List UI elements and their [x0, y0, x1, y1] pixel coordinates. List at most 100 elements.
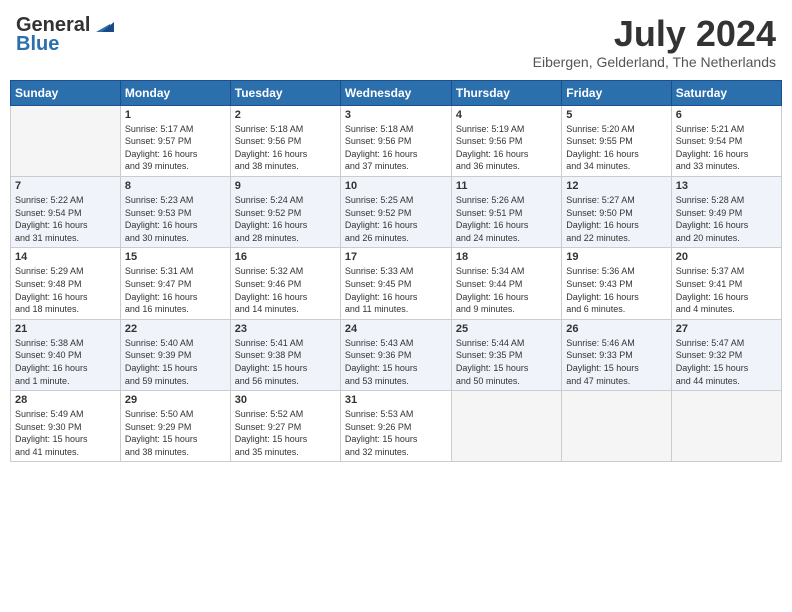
calendar-cell: 3 Sunrise: 5:18 AMSunset: 9:56 PMDaylight… [340, 105, 451, 176]
page-header: General Blue July 2024 Eibergen, Gelderl… [10, 10, 782, 74]
calendar-cell: 11 Sunrise: 5:26 AMSunset: 9:51 PMDayligh… [451, 176, 561, 247]
calendar-week-row: 21 Sunrise: 5:38 AMSunset: 9:40 PMDayligh… [11, 319, 782, 390]
day-info: Sunrise: 5:25 AMSunset: 9:52 PMDaylight:… [345, 194, 447, 244]
day-info: Sunrise: 5:28 AMSunset: 9:49 PMDaylight:… [676, 194, 777, 244]
calendar-cell: 31 Sunrise: 5:53 AMSunset: 9:26 PMDayligh… [340, 391, 451, 462]
header-wednesday: Wednesday [340, 80, 451, 105]
calendar-cell [11, 105, 121, 176]
day-number: 29 [125, 394, 226, 406]
day-info: Sunrise: 5:18 AMSunset: 9:56 PMDaylight:… [235, 123, 336, 173]
day-info: Sunrise: 5:47 AMSunset: 9:32 PMDaylight:… [676, 337, 777, 387]
calendar-cell: 25 Sunrise: 5:44 AMSunset: 9:35 PMDayligh… [451, 319, 561, 390]
calendar-cell: 12 Sunrise: 5:27 AMSunset: 9:50 PMDayligh… [562, 176, 671, 247]
day-number: 17 [345, 251, 447, 263]
calendar-cell: 4Sunrise: 5:19 AMSunset: 9:56 PMDaylight… [451, 105, 561, 176]
day-number: 21 [15, 323, 116, 335]
calendar-cell: 21 Sunrise: 5:38 AMSunset: 9:40 PMDayligh… [11, 319, 121, 390]
calendar-cell: 10 Sunrise: 5:25 AMSunset: 9:52 PMDayligh… [340, 176, 451, 247]
calendar-cell: 27Sunrise: 5:47 AMSunset: 9:32 PMDayligh… [671, 319, 781, 390]
day-info: Sunrise: 5:49 AMSunset: 9:30 PMDaylight:… [15, 408, 116, 458]
calendar-cell: 29Sunrise: 5:50 AMSunset: 9:29 PMDayligh… [120, 391, 230, 462]
calendar-cell: 9Sunrise: 5:24 AMSunset: 9:52 PMDaylight… [230, 176, 340, 247]
calendar-cell [451, 391, 561, 462]
day-info: Sunrise: 5:31 AMSunset: 9:47 PMDaylight:… [125, 265, 226, 315]
header-monday: Monday [120, 80, 230, 105]
day-info: Sunrise: 5:41 AMSunset: 9:38 PMDaylight:… [235, 337, 336, 387]
calendar-cell: 22 Sunrise: 5:40 AMSunset: 9:39 PMDayligh… [120, 319, 230, 390]
header-friday: Friday [562, 80, 671, 105]
day-number: 31 [345, 394, 447, 406]
day-number: 12 [566, 180, 666, 192]
calendar-cell: 24Sunrise: 5:43 AMSunset: 9:36 PMDayligh… [340, 319, 451, 390]
day-number: 20 [676, 251, 777, 263]
header-tuesday: Tuesday [230, 80, 340, 105]
calendar-cell: 6Sunrise: 5:21 AMSunset: 9:54 PMDaylight… [671, 105, 781, 176]
calendar-cell: 2 Sunrise: 5:18 AMSunset: 9:56 PMDaylight… [230, 105, 340, 176]
logo-blue-text: Blue [16, 33, 59, 56]
day-number: 14 [15, 251, 116, 263]
day-number: 26 [566, 323, 666, 335]
day-number: 2 [235, 109, 336, 121]
day-number: 15 [125, 251, 226, 263]
header-sunday: Sunday [11, 80, 121, 105]
calendar-cell: 30 Sunrise: 5:52 AMSunset: 9:27 PMDayligh… [230, 391, 340, 462]
day-number: 10 [345, 180, 447, 192]
calendar-cell: 8 Sunrise: 5:23 AMSunset: 9:53 PMDaylight… [120, 176, 230, 247]
calendar-cell [671, 391, 781, 462]
calendar-cell: 19Sunrise: 5:36 AMSunset: 9:43 PMDayligh… [562, 248, 671, 319]
calendar-cell: 26 Sunrise: 5:46 AMSunset: 9:33 PMDayligh… [562, 319, 671, 390]
calendar-cell: 5Sunrise: 5:20 AMSunset: 9:55 PMDaylight… [562, 105, 671, 176]
calendar-cell: 17 Sunrise: 5:33 AMSunset: 9:45 PMDayligh… [340, 248, 451, 319]
header-saturday: Saturday [671, 80, 781, 105]
calendar-cell: 23 Sunrise: 5:41 AMSunset: 9:38 PMDayligh… [230, 319, 340, 390]
calendar-cell [562, 391, 671, 462]
title-block: July 2024 Eibergen, Gelderland, The Neth… [533, 14, 776, 70]
day-number: 16 [235, 251, 336, 263]
calendar-cell: 13 Sunrise: 5:28 AMSunset: 9:49 PMDayligh… [671, 176, 781, 247]
day-info: Sunrise: 5:44 AMSunset: 9:35 PMDaylight:… [456, 337, 557, 387]
day-number: 23 [235, 323, 336, 335]
day-info: Sunrise: 5:19 AMSunset: 9:56 PMDaylight:… [456, 123, 557, 173]
day-info: Sunrise: 5:43 AMSunset: 9:36 PMDaylight:… [345, 337, 447, 387]
day-number: 1 [125, 109, 226, 121]
day-info: Sunrise: 5:37 AMSunset: 9:41 PMDaylight:… [676, 265, 777, 315]
day-number: 13 [676, 180, 777, 192]
day-info: Sunrise: 5:27 AMSunset: 9:50 PMDaylight:… [566, 194, 666, 244]
day-info: Sunrise: 5:17 AMSunset: 9:57 PMDaylight:… [125, 123, 226, 173]
day-number: 11 [456, 180, 557, 192]
calendar-cell: 1 Sunrise: 5:17 AMSunset: 9:57 PMDaylight… [120, 105, 230, 176]
day-info: Sunrise: 5:32 AMSunset: 9:46 PMDaylight:… [235, 265, 336, 315]
day-number: 3 [345, 109, 447, 121]
day-info: Sunrise: 5:23 AMSunset: 9:53 PMDaylight:… [125, 194, 226, 244]
calendar-table: SundayMondayTuesdayWednesdayThursdayFrid… [10, 80, 782, 463]
day-info: Sunrise: 5:20 AMSunset: 9:55 PMDaylight:… [566, 123, 666, 173]
calendar-week-row: 7Sunrise: 5:22 AMSunset: 9:54 PMDaylight… [11, 176, 782, 247]
calendar-cell: 16 Sunrise: 5:32 AMSunset: 9:46 PMDayligh… [230, 248, 340, 319]
day-number: 28 [15, 394, 116, 406]
day-number: 9 [235, 180, 336, 192]
header-thursday: Thursday [451, 80, 561, 105]
day-info: Sunrise: 5:33 AMSunset: 9:45 PMDaylight:… [345, 265, 447, 315]
day-info: Sunrise: 5:38 AMSunset: 9:40 PMDaylight:… [15, 337, 116, 387]
day-info: Sunrise: 5:52 AMSunset: 9:27 PMDaylight:… [235, 408, 336, 458]
day-info: Sunrise: 5:40 AMSunset: 9:39 PMDaylight:… [125, 337, 226, 387]
day-number: 25 [456, 323, 557, 335]
day-info: Sunrise: 5:26 AMSunset: 9:51 PMDaylight:… [456, 194, 557, 244]
day-number: 18 [456, 251, 557, 263]
day-number: 6 [676, 109, 777, 121]
location-text: Eibergen, Gelderland, The Netherlands [533, 54, 776, 70]
day-info: Sunrise: 5:18 AMSunset: 9:56 PMDaylight:… [345, 123, 447, 173]
calendar-week-row: 1 Sunrise: 5:17 AMSunset: 9:57 PMDaylight… [11, 105, 782, 176]
day-info: Sunrise: 5:46 AMSunset: 9:33 PMDaylight:… [566, 337, 666, 387]
day-info: Sunrise: 5:36 AMSunset: 9:43 PMDaylight:… [566, 265, 666, 315]
logo: General Blue [16, 14, 114, 56]
day-info: Sunrise: 5:53 AMSunset: 9:26 PMDaylight:… [345, 408, 447, 458]
day-number: 8 [125, 180, 226, 192]
day-number: 30 [235, 394, 336, 406]
calendar-header-row: SundayMondayTuesdayWednesdayThursdayFrid… [11, 80, 782, 105]
day-number: 22 [125, 323, 226, 335]
calendar-cell: 28 Sunrise: 5:49 AMSunset: 9:30 PMDayligh… [11, 391, 121, 462]
day-info: Sunrise: 5:29 AMSunset: 9:48 PMDaylight:… [15, 265, 116, 315]
calendar-cell: 7Sunrise: 5:22 AMSunset: 9:54 PMDaylight… [11, 176, 121, 247]
calendar-cell: 15 Sunrise: 5:31 AMSunset: 9:47 PMDayligh… [120, 248, 230, 319]
